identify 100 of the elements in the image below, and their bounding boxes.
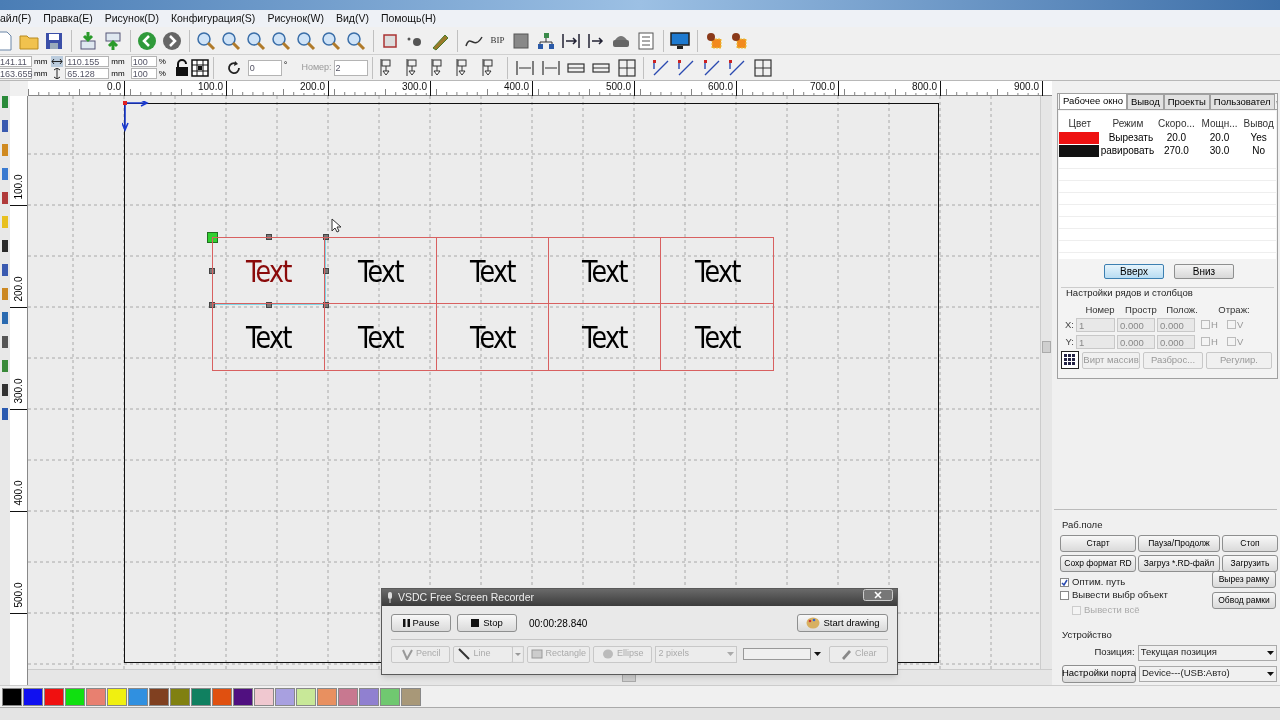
checkbox[interactable]	[1227, 320, 1236, 330]
text-object[interactable]: Text	[694, 320, 740, 354]
button[interactable]: Загруз *.RD-файл	[1138, 555, 1220, 573]
zoom-icon[interactable]	[196, 30, 216, 51]
resize-handle[interactable]	[209, 268, 215, 274]
number-field[interactable]: 65.128	[65, 68, 110, 79]
stop-button[interactable]: Stop	[457, 614, 517, 632]
text-object[interactable]: Text	[582, 253, 627, 288]
checkbox[interactable]	[1227, 337, 1236, 347]
number-field[interactable]: 100	[130, 68, 157, 79]
grid-icon[interactable]	[190, 58, 209, 77]
color-swatch[interactable]	[233, 687, 253, 706]
scroll-thumb[interactable]	[1042, 341, 1051, 353]
list-icon[interactable]	[636, 30, 656, 51]
color-swatch[interactable]	[128, 687, 148, 706]
zoom-out-icon[interactable]	[246, 30, 266, 51]
pause-button[interactable]: Pause	[391, 614, 451, 632]
checkbox[interactable]	[1060, 577, 1069, 587]
filled-square-icon[interactable]	[511, 30, 531, 51]
tab[interactable]: Рабочее окно	[1059, 93, 1127, 109]
text-object[interactable]: Text	[246, 253, 291, 288]
button[interactable]: Сохр формат RD	[1060, 555, 1136, 573]
tool-icon[interactable]	[1, 263, 9, 277]
rotate-icon[interactable]	[225, 59, 242, 76]
text-object[interactable]: Text	[246, 320, 291, 354]
resize-handle[interactable]	[323, 268, 329, 274]
color-swatch[interactable]	[359, 687, 379, 706]
grid-icon[interactable]	[1061, 351, 1079, 370]
start-drawing-button[interactable]: Start drawing	[797, 614, 888, 632]
zoom-in-icon[interactable]	[221, 30, 241, 51]
bitmap-tool[interactable]: BIP	[486, 33, 509, 48]
text-object[interactable]: Text	[358, 320, 403, 354]
text-object[interactable]: Text	[470, 253, 515, 288]
tool-icon[interactable]	[1, 407, 9, 421]
color-swatch[interactable]	[149, 687, 169, 706]
tab[interactable]: Проекты	[1163, 94, 1210, 109]
import-icon[interactable]	[78, 30, 98, 51]
color-swatch[interactable]	[296, 687, 316, 706]
resize-handle[interactable]	[266, 234, 272, 240]
close-icon[interactable]	[863, 589, 893, 601]
tab[interactable]: Вывод	[1126, 94, 1164, 109]
color-swatch[interactable]	[401, 687, 421, 706]
resize-handle[interactable]	[323, 302, 329, 308]
menu-item[interactable]: айл(F)	[0, 10, 32, 27]
number-field[interactable]: 100	[130, 56, 157, 67]
tool-icon[interactable]	[1, 335, 9, 349]
move-button[interactable]: Вверх	[1104, 264, 1164, 279]
color-swatch[interactable]	[2, 687, 22, 706]
vertical-scrollbar[interactable]	[1040, 96, 1052, 669]
color-swatch[interactable]	[170, 687, 190, 706]
checkbox[interactable]	[1060, 590, 1069, 600]
number-field[interactable]: 2	[333, 59, 368, 76]
tab[interactable]: Пользовател	[1209, 94, 1275, 109]
button[interactable]: Старт	[1060, 535, 1136, 553]
number-field[interactable]: 141.11	[0, 56, 32, 67]
center-icon[interactable]	[752, 57, 773, 78]
color-swatch[interactable]	[65, 687, 85, 706]
zoom-icon[interactable]	[321, 30, 341, 51]
monitor-icon[interactable]	[670, 30, 690, 51]
button[interactable]: Стоп	[1222, 535, 1278, 553]
tool-icon[interactable]	[1, 239, 9, 253]
color-swatch[interactable]	[44, 687, 64, 706]
tool-icon[interactable]	[1, 119, 9, 133]
color-swatch[interactable]	[212, 687, 232, 706]
lock-icon[interactable]	[173, 58, 190, 77]
angle-field[interactable]: 0	[247, 59, 282, 76]
export-icon[interactable]	[103, 30, 123, 51]
corner-arrow-icon[interactable]	[701, 57, 722, 78]
network-icon[interactable]	[536, 30, 556, 51]
color-swatch[interactable]	[191, 687, 211, 706]
text-object[interactable]: Text	[582, 320, 627, 354]
checkbox[interactable]	[1201, 320, 1210, 330]
checkbox[interactable]	[1201, 337, 1210, 347]
menu-item[interactable]: Правка(E)	[43, 10, 93, 27]
tool-icon[interactable]	[1, 383, 9, 397]
menu-item[interactable]: Рисунок(W)	[267, 10, 324, 27]
resize-handle[interactable]	[209, 302, 215, 308]
button[interactable]: Настройки порта	[1062, 664, 1136, 683]
number-field[interactable]: 110.155	[65, 56, 110, 67]
dropdown[interactable]: Текущая позиция	[1137, 644, 1277, 661]
color-swatch[interactable]	[107, 687, 127, 706]
layer-row[interactable]: Вырезать 20.0 20.0 Yes	[1059, 131, 1276, 144]
button[interactable]: Обвод рамки	[1212, 592, 1276, 610]
color-swatch[interactable]	[317, 687, 337, 706]
text-object[interactable]: Text	[358, 253, 403, 288]
dropdown[interactable]: Device---(USB:Авто)	[1139, 665, 1277, 682]
resize-handle[interactable]	[266, 302, 272, 308]
button[interactable]: Пауза/Продолж	[1138, 535, 1220, 553]
center-icon[interactable]	[616, 57, 637, 78]
layer-row[interactable]: равировать 270.0 30.0 No	[1059, 144, 1276, 157]
text-object[interactable]: Text	[694, 253, 740, 288]
color-swatch[interactable]	[86, 687, 106, 706]
menu-item[interactable]: Помощь(H)	[380, 10, 437, 27]
save-icon[interactable]	[44, 30, 64, 51]
button[interactable]: Вырез рамку	[1212, 571, 1276, 589]
move-button[interactable]: Вниз	[1174, 264, 1234, 279]
zoom-icon[interactable]	[271, 30, 291, 51]
number-field[interactable]: 163.655	[0, 68, 32, 79]
color-swatch[interactable]	[23, 687, 43, 706]
color-swatch[interactable]	[254, 687, 274, 706]
